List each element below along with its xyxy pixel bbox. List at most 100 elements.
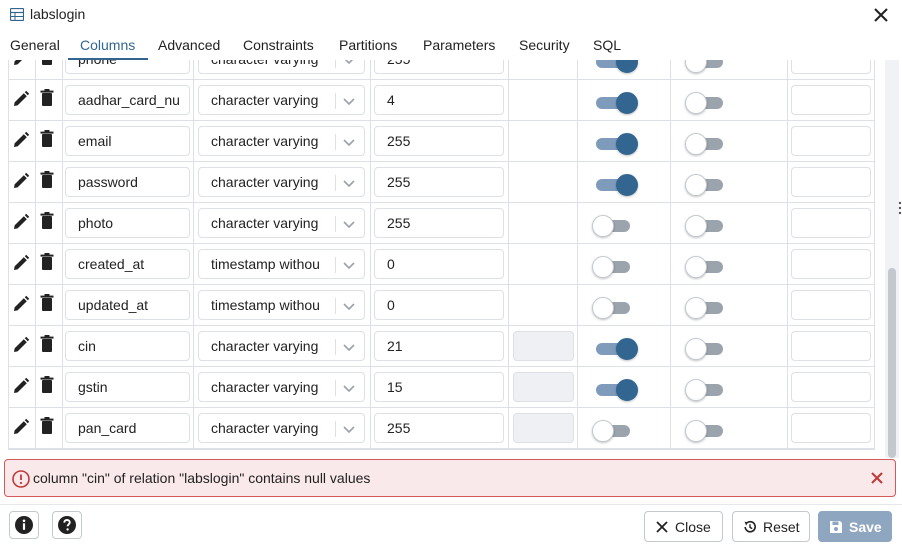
column-name-input[interactable]: pan_card xyxy=(65,413,190,443)
cell-divider xyxy=(577,408,578,448)
not-null-toggle[interactable] xyxy=(592,215,634,237)
column-name-input[interactable]: photo xyxy=(65,208,190,238)
default-value-input[interactable] xyxy=(791,85,871,115)
data-type-select[interactable]: character varying xyxy=(198,413,365,443)
dismiss-error-icon[interactable] xyxy=(869,470,885,486)
not-null-toggle[interactable] xyxy=(594,92,638,114)
edit-row-icon[interactable] xyxy=(12,213,30,231)
not-null-toggle[interactable] xyxy=(594,133,638,155)
delete-row-icon[interactable] xyxy=(39,335,55,353)
primary-key-toggle[interactable] xyxy=(685,420,727,442)
delete-row-icon[interactable] xyxy=(39,130,55,148)
not-null-toggle[interactable] xyxy=(594,379,638,401)
scrollbar-thumb[interactable] xyxy=(888,268,896,458)
column-name-input[interactable]: phone xyxy=(65,60,190,74)
edit-row-icon[interactable] xyxy=(12,90,30,108)
tab-advanced[interactable]: Advanced xyxy=(158,37,220,53)
tab-parameters[interactable]: Parameters xyxy=(423,37,495,53)
column-name-input[interactable]: gstin xyxy=(65,372,190,402)
primary-key-toggle[interactable] xyxy=(685,338,727,360)
tab-partitions[interactable]: Partitions xyxy=(339,37,397,53)
default-value-input[interactable] xyxy=(791,372,871,402)
length-input[interactable]: 4 xyxy=(374,85,504,115)
length-input[interactable]: 0 xyxy=(374,290,504,320)
primary-key-toggle[interactable] xyxy=(685,215,727,237)
length-input[interactable]: 21 xyxy=(374,331,504,361)
data-type-select[interactable]: character varying xyxy=(198,167,365,197)
data-type-select[interactable]: character varying xyxy=(198,372,365,402)
length-input[interactable]: 255 xyxy=(374,208,504,238)
not-null-toggle[interactable] xyxy=(592,420,634,442)
not-null-toggle[interactable] xyxy=(594,60,638,73)
data-type-select[interactable]: character varying xyxy=(198,126,365,156)
edit-row-icon[interactable] xyxy=(12,336,30,354)
edit-row-icon[interactable] xyxy=(12,295,30,313)
default-value-input[interactable] xyxy=(791,60,871,74)
column-name-input[interactable]: cin xyxy=(65,331,190,361)
edit-row-icon[interactable] xyxy=(12,131,30,149)
cell-divider xyxy=(787,203,788,243)
column-name-input[interactable]: password xyxy=(65,167,190,197)
tab-columns[interactable]: Columns xyxy=(80,37,135,53)
length-input[interactable]: 255 xyxy=(374,413,504,443)
tab-constraints[interactable]: Constraints xyxy=(243,37,314,53)
not-null-toggle[interactable] xyxy=(592,256,634,278)
primary-key-toggle[interactable] xyxy=(685,379,727,401)
default-value-input[interactable] xyxy=(791,126,871,156)
save-button[interactable]: Save xyxy=(818,511,892,542)
length-input[interactable]: 15 xyxy=(374,372,504,402)
primary-key-toggle[interactable] xyxy=(685,256,727,278)
length-input[interactable]: 255 xyxy=(374,126,504,156)
default-value-input[interactable] xyxy=(791,167,871,197)
not-null-toggle[interactable] xyxy=(592,297,634,319)
edit-row-icon[interactable] xyxy=(12,60,30,67)
column-name-input[interactable]: created_at xyxy=(65,249,190,279)
length-input[interactable]: 0 xyxy=(374,249,504,279)
primary-key-toggle[interactable] xyxy=(685,92,727,114)
tab-sql[interactable]: SQL xyxy=(593,37,621,53)
default-value-input[interactable] xyxy=(791,290,871,320)
delete-row-icon[interactable] xyxy=(39,60,55,66)
close-icon[interactable] xyxy=(872,6,890,24)
primary-key-toggle[interactable] xyxy=(685,133,727,155)
primary-key-toggle[interactable] xyxy=(685,60,727,73)
data-type-select[interactable]: character varying xyxy=(198,60,365,74)
info-button[interactable] xyxy=(9,511,39,539)
resize-handle-icon[interactable] xyxy=(898,200,902,216)
tab-general[interactable]: General xyxy=(10,37,60,53)
length-input[interactable]: 255 xyxy=(374,167,504,197)
help-button[interactable] xyxy=(52,511,82,539)
data-type-select[interactable]: timestamp withou xyxy=(198,249,365,279)
not-null-toggle[interactable] xyxy=(594,338,638,360)
column-name-input[interactable]: email xyxy=(65,126,190,156)
grid-scrollbar[interactable] xyxy=(885,60,899,458)
delete-row-icon[interactable] xyxy=(39,253,55,271)
default-value-input[interactable] xyxy=(791,208,871,238)
not-null-toggle[interactable] xyxy=(594,174,638,196)
edit-row-icon[interactable] xyxy=(12,377,30,395)
default-value-input[interactable] xyxy=(791,249,871,279)
default-value-input[interactable] xyxy=(791,413,871,443)
edit-row-icon[interactable] xyxy=(12,254,30,272)
delete-row-icon[interactable] xyxy=(39,212,55,230)
column-name-input[interactable]: updated_at xyxy=(65,290,190,320)
data-type-select[interactable]: character varying xyxy=(198,331,365,361)
length-input[interactable]: 255 xyxy=(374,60,504,74)
data-type-select[interactable]: timestamp withou xyxy=(198,290,365,320)
delete-row-icon[interactable] xyxy=(39,171,55,189)
data-type-select[interactable]: character varying xyxy=(198,208,365,238)
edit-row-icon[interactable] xyxy=(12,172,30,190)
tab-security[interactable]: Security xyxy=(519,37,570,53)
default-value-input[interactable] xyxy=(791,331,871,361)
primary-key-toggle[interactable] xyxy=(685,297,727,319)
reset-button[interactable]: Reset xyxy=(732,511,810,542)
column-name-input[interactable]: aadhar_card_nu xyxy=(65,85,190,115)
close-button[interactable]: Close xyxy=(644,511,723,542)
delete-row-icon[interactable] xyxy=(39,376,55,394)
delete-row-icon[interactable] xyxy=(39,294,55,312)
data-type-select[interactable]: character varying xyxy=(198,85,365,115)
primary-key-toggle[interactable] xyxy=(685,174,727,196)
edit-row-icon[interactable] xyxy=(12,418,30,436)
delete-row-icon[interactable] xyxy=(39,89,55,107)
delete-row-icon[interactable] xyxy=(39,417,55,435)
